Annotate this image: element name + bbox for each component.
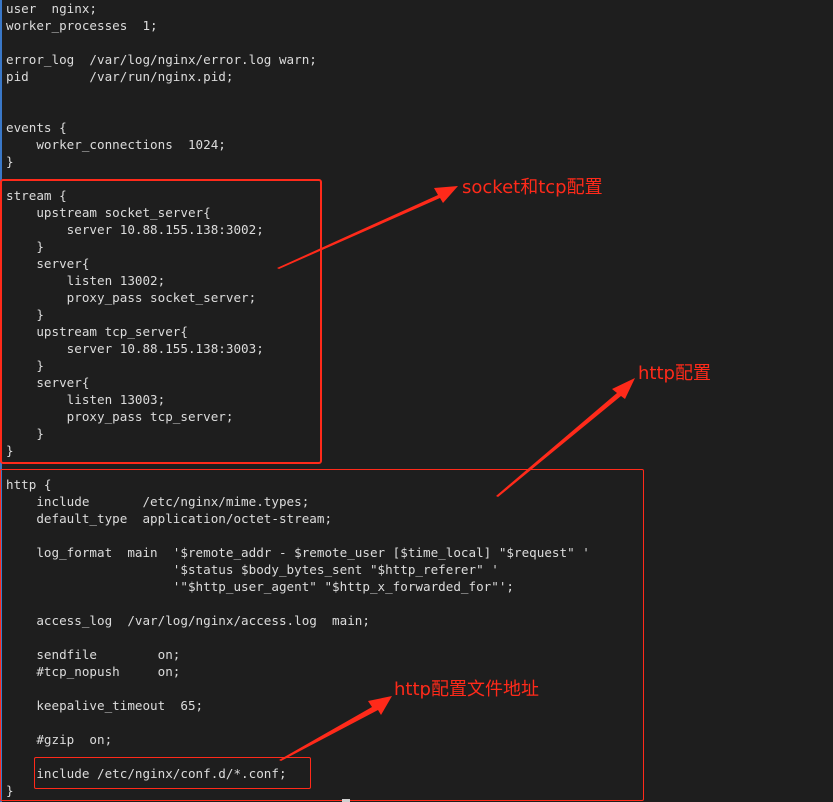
arrow-to-http-note (496, 378, 635, 497)
include-annotation: http配置文件地址 (394, 679, 539, 700)
arrow-to-include-note (279, 696, 392, 761)
http-annotation: http配置 (638, 363, 711, 384)
stream-annotation: socket和tcp配置 (462, 177, 603, 198)
arrow-to-stream-note (277, 186, 458, 269)
